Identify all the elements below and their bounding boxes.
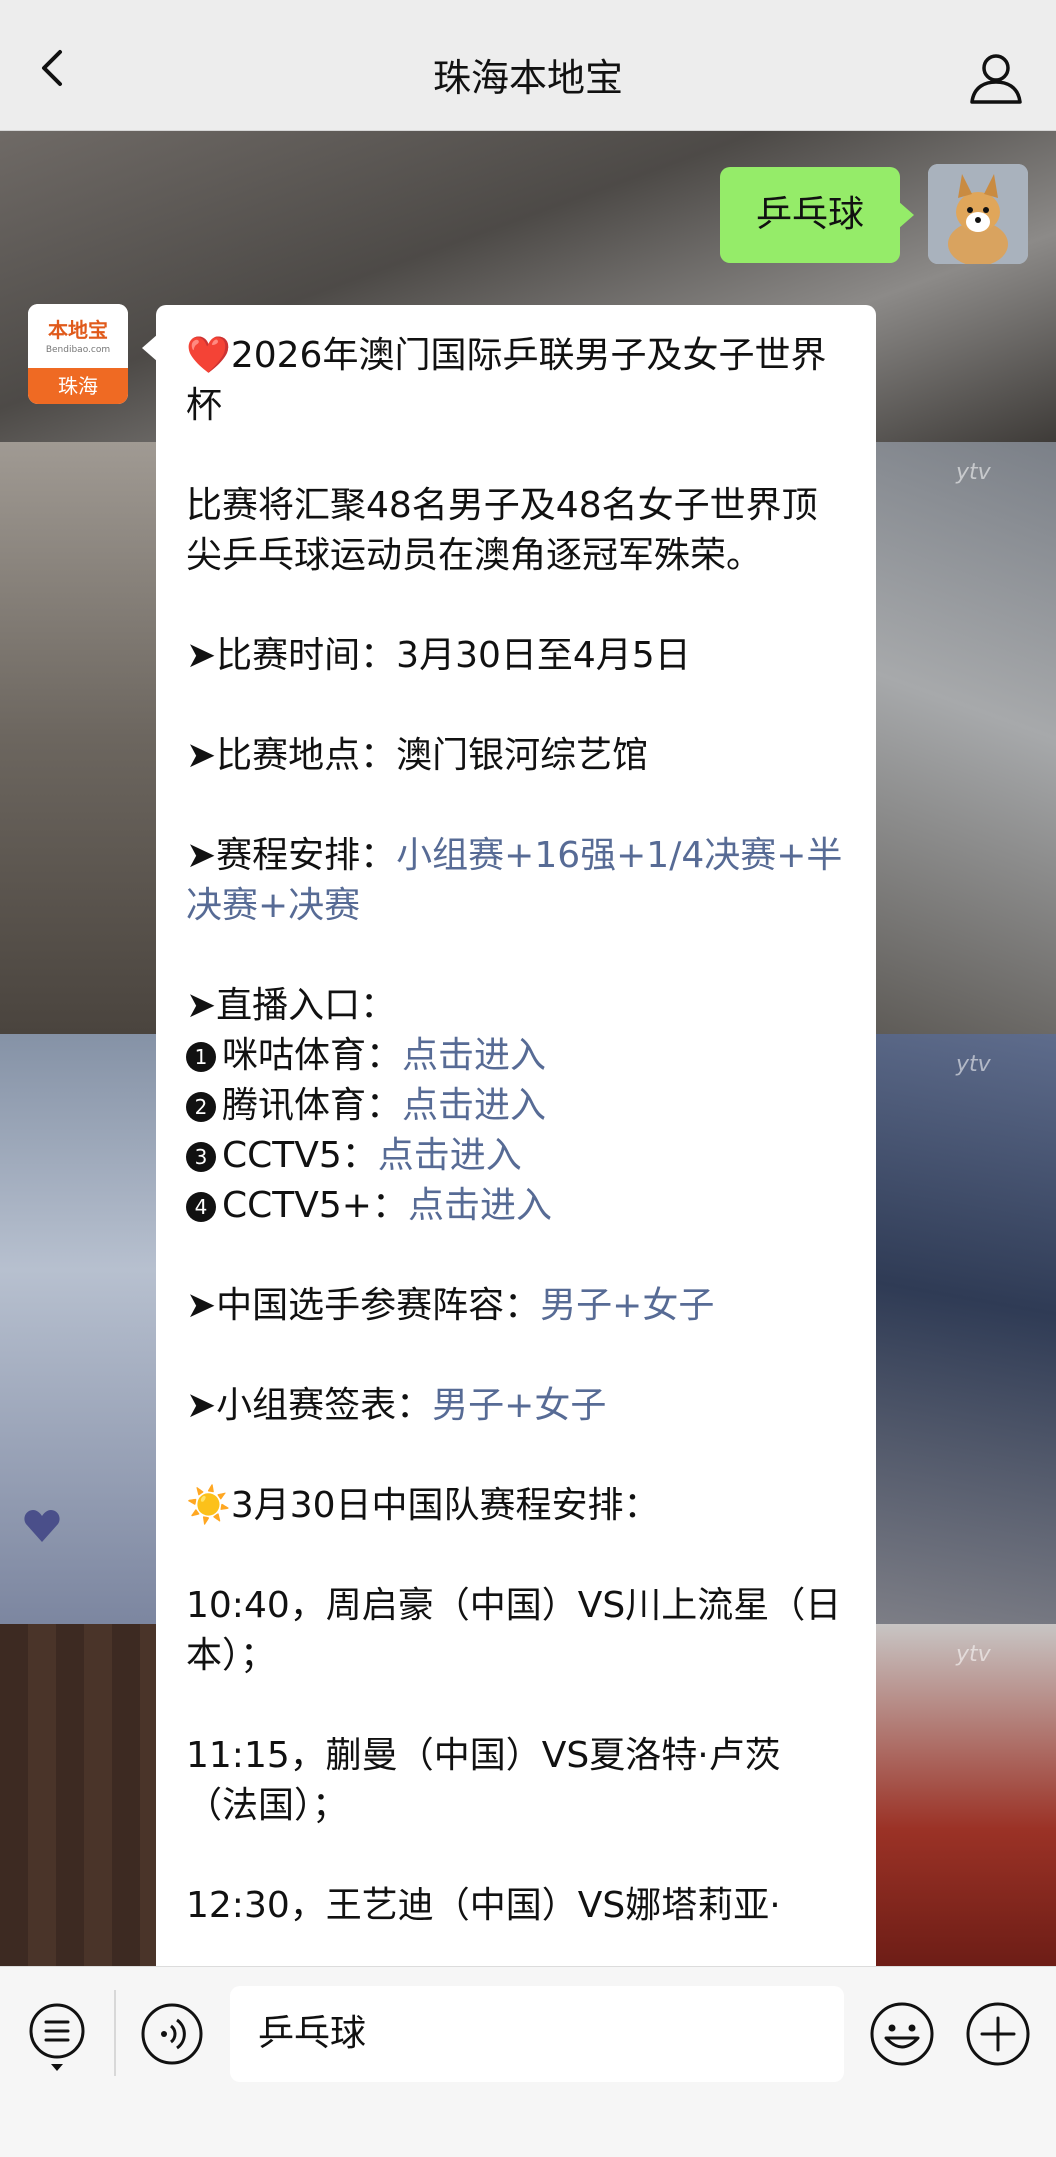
live-item-name: CCTV5+： (222, 1185, 408, 1226)
live-item-name: 咪咕体育： (222, 1035, 403, 1076)
heart-emoji-icon: ❤️ (186, 335, 231, 376)
match-item: 11:15，蒯曼（中国）VS夏洛特·卢茨（法国）； (186, 1735, 781, 1826)
message-title: ❤️2026年澳门国际乒联男子及女子世界杯 (186, 331, 846, 431)
dog-avatar-image (928, 164, 1028, 264)
avatar-logo-city: 珠海 (28, 368, 128, 404)
live-item: 3 CCTV5：点击进入 (186, 1131, 846, 1181)
avatar-logo-domain: Bendibao.com (45, 345, 111, 355)
watermark: ytv (956, 1642, 991, 1667)
live-link[interactable]: 点击进入 (402, 1035, 546, 1076)
live-item-name: 腾讯体育： (222, 1085, 403, 1126)
live-item: 1 咪咕体育：点击进入 (186, 1031, 846, 1081)
heart-icon (24, 1510, 60, 1542)
group-draw-link[interactable]: 男子+女子 (432, 1385, 606, 1426)
page-title: 珠海本地宝 (432, 56, 623, 100)
lineup-label: ➤中国选手参赛阵容： (186, 1285, 541, 1326)
message-intro: 比赛将汇聚48名男子及48名女子世界顶尖乒乓球运动员在澳角逐冠军殊荣。 (186, 485, 818, 576)
schedule-label: ➤赛程安排： (186, 835, 397, 876)
message-title-text: 2026年澳门国际乒联男子及女子世界杯 (186, 335, 827, 426)
watermark: ytv (956, 460, 991, 485)
live-link[interactable]: 点击进入 (408, 1185, 552, 1226)
group-draw: ➤小组赛签表：男子+女子 (186, 1381, 846, 1431)
bot-message-bubble: ❤️2026年澳门国际乒联男子及女子世界杯 比赛将汇聚48名男子及48名女子世界… (156, 305, 876, 2005)
user-message-bubble[interactable]: 乒乓球 (720, 167, 914, 263)
bot-avatar[interactable]: 本地宝 Bendibao.com 珠海 (28, 304, 128, 404)
watermark: ytv (956, 1052, 991, 1077)
live-link[interactable]: 点击进入 (402, 1085, 546, 1126)
avatar-logo-top: 本地宝 Bendibao.com (28, 304, 128, 368)
day-title-text: 3月30日中国队赛程安排： (230, 1485, 660, 1526)
match-time-label: ➤比赛时间： (186, 635, 397, 676)
live-link[interactable]: 点击进入 (378, 1135, 522, 1176)
top-bar: 珠海本地宝 (0, 0, 1056, 131)
background-photo (0, 1624, 170, 1966)
lineup-link[interactable]: 男子+女子 (540, 1285, 714, 1326)
person-icon[interactable] (968, 50, 1024, 106)
number-1-icon: 1 (186, 1042, 216, 1072)
voice-icon[interactable] (140, 2002, 204, 2066)
live-item: 2 腾讯体育：点击进入 (186, 1081, 846, 1131)
lineup: ➤中国选手参赛阵容：男子+女子 (186, 1281, 846, 1331)
background-photo (0, 442, 170, 1034)
number-4-icon: 4 (186, 1192, 216, 1222)
match-venue: ➤比赛地点：澳门银河综艺馆 (186, 731, 846, 781)
avatar-logo-text: 本地宝 (48, 318, 108, 342)
live-item-name: CCTV5： (222, 1135, 378, 1176)
input-divider (114, 1990, 116, 2076)
number-2-icon: 2 (186, 1092, 216, 1122)
schedule: ➤赛程安排：小组赛+16强+1/4决赛+半决赛+决赛 (186, 831, 846, 931)
match-venue-label: ➤比赛地点： (186, 735, 397, 776)
match-venue-value: 澳门银河综艺馆 (396, 735, 649, 776)
emoji-smile-icon[interactable] (868, 2000, 936, 2068)
group-draw-label: ➤小组赛签表： (186, 1385, 433, 1426)
user-avatar[interactable] (928, 164, 1028, 264)
background-photo (870, 1034, 1056, 1624)
match-time: ➤比赛时间：3月30日至4月5日 (186, 631, 846, 681)
number-3-icon: 3 (186, 1142, 216, 1172)
match-item: 12:30，王艺迪（中国）VS娜塔莉亚· (186, 1885, 781, 1926)
plus-circle-icon[interactable] (964, 2000, 1032, 2068)
list-menu-icon[interactable] (26, 2000, 88, 2074)
match-time-value: 3月30日至4月5日 (396, 635, 691, 676)
live-item: 4 CCTV5+：点击进入 (186, 1181, 846, 1231)
sun-emoji-icon: ☀️ (186, 1485, 231, 1526)
background-photo (870, 1624, 1056, 1966)
message-input[interactable]: 乒乓球 (230, 1986, 844, 2082)
background-photo (870, 442, 1056, 1034)
match-item: 10:40，周启豪（中国）VS川上流星（日本）； (186, 1585, 842, 1676)
day-title: ☀️3月30日中国队赛程安排： (186, 1481, 846, 1531)
live-label: ➤直播入口： (186, 985, 397, 1026)
